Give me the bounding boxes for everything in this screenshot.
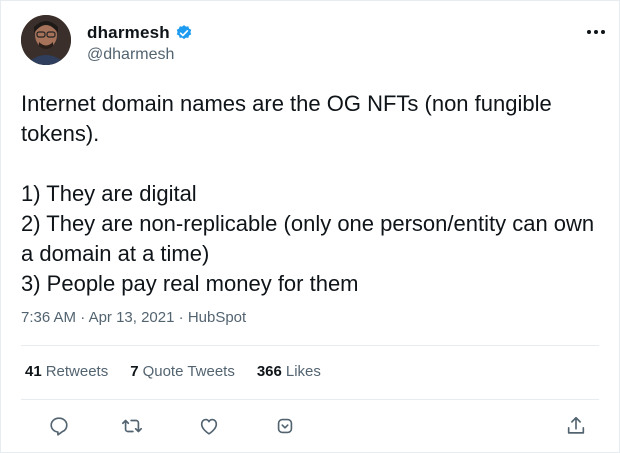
likes-stat[interactable]: 366 Likes (257, 363, 321, 380)
meta-separator: · (80, 309, 86, 326)
author-handle[interactable]: @dharmesh (87, 46, 174, 64)
verified-badge-icon (175, 24, 193, 42)
tweet-line: 3) People pay real money for them (21, 271, 359, 296)
divider (21, 345, 599, 346)
reply-icon[interactable] (44, 411, 74, 441)
meta-separator: · (178, 309, 184, 326)
share-icon[interactable] (561, 411, 591, 441)
retweets-count: 41 (25, 363, 42, 380)
tweet-text: Internet domain names are the OG NFTs (n… (21, 89, 606, 299)
tweet-line: Internet domain names are the OG NFTs (n… (21, 91, 552, 146)
avatar[interactable] (21, 15, 71, 65)
engagement-stats: 41 Retweets 7 Quote Tweets 366 Likes (25, 363, 321, 380)
tweet-metadata: 7:36 AM · Apr 13, 2021 · HubSpot (21, 309, 246, 326)
likes-count: 366 (256, 363, 282, 380)
bookmark-icon[interactable] (270, 411, 300, 441)
like-icon[interactable] (194, 411, 224, 441)
more-options-icon[interactable] (585, 21, 607, 43)
tweet-line: 1) They are digital (21, 181, 197, 206)
quote-tweets-count: 7 (130, 363, 139, 380)
quote-tweets-stat[interactable]: 7 Quote Tweets (130, 363, 235, 380)
retweets-label: Retweets (45, 363, 109, 380)
tweet-date[interactable]: Apr 13, 2021 (89, 309, 175, 326)
tweet-source[interactable]: HubSpot (188, 309, 246, 326)
retweets-stat[interactable]: 41 Retweets (25, 363, 108, 380)
name-row: dharmesh (87, 22, 193, 44)
tweet-header: dharmesh @dharmesh (21, 15, 607, 75)
quote-tweets-label: Quote Tweets (142, 363, 235, 380)
tweet-line: 2) They are non-replicable (only one per… (21, 211, 595, 266)
retweet-icon[interactable] (117, 411, 147, 441)
likes-label: Likes (285, 363, 321, 380)
tweet-card: dharmesh @dharmesh Internet domain names… (0, 0, 620, 453)
tweet-time[interactable]: 7:36 AM (21, 309, 76, 326)
divider (21, 399, 599, 400)
action-bar (1, 411, 619, 441)
author-display-name[interactable]: dharmesh (87, 23, 170, 43)
